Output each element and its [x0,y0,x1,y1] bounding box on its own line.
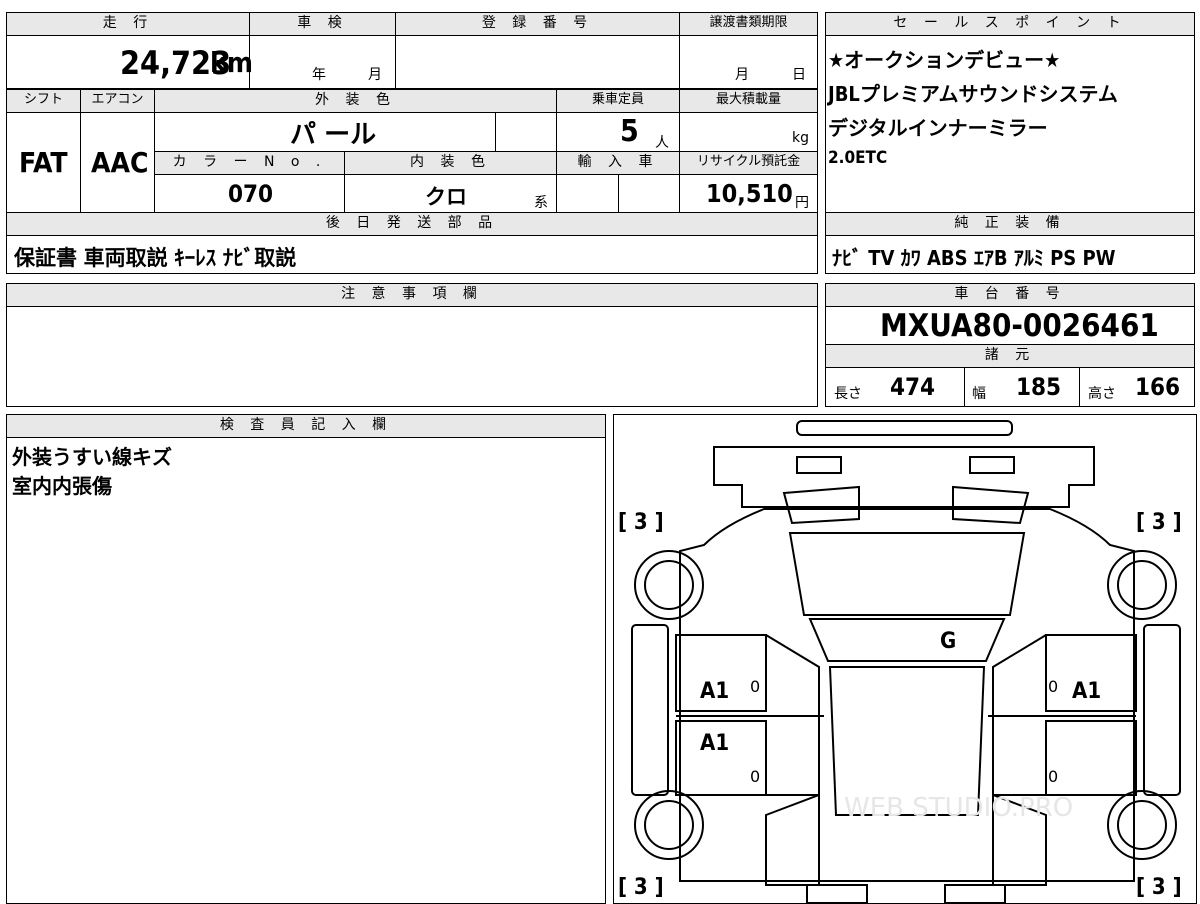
aircon-label: エアコン [80,89,155,113]
front-grille-left [796,456,842,474]
wheel-front-right-inner [1117,560,1167,610]
front-right-door-grade: A1 [1072,679,1102,704]
interior-color-label: 内 装 色 [344,151,557,175]
car-diagram [631,420,1181,903]
recycle-label: リサイクル預託金 [679,151,818,175]
later-parts-value: 保証書 車両取説 ｷｰﾚｽ ﾅﾋﾞ取説 [14,246,297,270]
registration-label: 登 録 番 号 [395,12,680,36]
left-fender-strip-front [631,624,669,796]
sales-points-label: セ ー ル ス ポ イ ン ト [825,12,1195,36]
tire-rear-right-grade: [ 3 ] [1136,875,1182,900]
windshield-grade: G [940,629,957,654]
aircon-value: AAC [91,146,149,179]
wheel-rear-right-inner [1117,800,1167,850]
front-grille-right [969,456,1015,474]
exterior-color-label: 外 装 色 [154,89,557,113]
right-fender-strip-front [1143,624,1181,796]
deadline-day-unit: 日 [792,67,806,83]
capacity-value: 5 [620,114,639,149]
shaken-month-unit: 月 [368,67,382,83]
spec-width-label: 幅 [972,386,986,402]
inspector-line: 室内内張傷 [12,474,112,498]
recycle-fee-value: 10,510 [706,179,793,208]
sales-point-line: デジタルインナーミラー [828,116,1048,140]
rear-left-quarter [765,793,820,886]
later-parts-label: 後 日 発 送 部 品 [6,212,818,236]
shift-value: FAT [19,146,68,179]
deadline-month-unit: 月 [735,67,749,83]
spec-height-label: 高さ [1088,386,1116,402]
equipment-label: 純 正 装 備 [825,212,1195,236]
inspector-label: 検 査 員 記 入 欄 [6,414,606,438]
rear-left-door-grade: A1 [700,731,730,756]
front-left-door-zero: 0 [750,677,761,696]
tire-front-left-grade: [ 3 ] [618,510,664,535]
shaken-year-unit: 年 [312,67,326,83]
specs-label: 諸 元 [825,344,1195,368]
front-bumper [713,446,1095,508]
exterior-color-extra-cell [495,112,557,152]
max-load-unit: kg [792,130,809,146]
spec-length-label: 長さ [834,386,862,402]
registration-cell [395,35,680,89]
shift-label: シフト [6,89,81,113]
windshield [808,618,1006,662]
import-label: 輸 入 車 [556,151,680,175]
hood-top-bar [796,420,1013,436]
tire-front-right-grade: [ 3 ] [1136,510,1182,535]
equipment-value: ﾅﾋﾞ TV ｶﾜ ABS ｴｱB ｱﾙﾐ PS PW [832,246,1116,270]
front-left-door-grade: A1 [700,679,730,704]
capacity-label: 乗車定員 [556,89,680,113]
transfer-deadline-label: 譲渡書類期限 [679,12,818,36]
hood [788,532,1026,616]
inspector-line: 外装うすい線キズ [12,445,172,469]
headlight-left [782,485,860,525]
recycle-unit: 円 [795,195,809,211]
car-diagram-panel: [ 3 ] [ 3 ] [ 3 ] [ 3 ] G A1 0 A1 0 A1 0… [613,414,1197,904]
mileage-label: 走 行 [6,12,250,36]
import-cell-b [618,174,680,213]
wheel-rear-left-inner [644,800,694,850]
color-no-value: 070 [228,180,274,208]
exterior-color-value: パ ール [290,120,377,150]
spec-height-value: 166 [1135,373,1181,401]
front-right-door-zero: 0 [1048,677,1059,696]
shaken-label: 車 検 [249,12,396,36]
capacity-unit: 人 [655,135,669,151]
chassis-label: 車 台 番 号 [825,283,1195,307]
mileage-unit: km [210,46,253,79]
tire-rear-left-grade: [ 3 ] [618,875,664,900]
spec-width-value: 185 [1016,373,1062,401]
spec-length-value: 474 [890,373,936,401]
color-no-label: カ ラ ー N o . [154,151,345,175]
rear-right-door-zero: 0 [1048,767,1059,786]
body-outline [679,508,1135,882]
wheel-front-left-inner [644,560,694,610]
interior-color-value: クロ [425,185,467,209]
rear-bumper-right [944,884,1006,903]
rear-left-door-zero: 0 [750,767,761,786]
headlight-right [952,485,1030,525]
watermark: WEB STUDIO.PRO [844,793,1074,823]
right-rear-door [1045,720,1137,796]
max-load-label: 最大積載量 [679,89,818,113]
sales-point-line: ★オークションデビュー★ [828,48,1061,72]
sales-point-line: JBLプレミアムサウンドシステム [828,82,1118,106]
import-cell-a [556,174,619,213]
notes-label: 注 意 事 項 欄 [6,283,818,307]
sales-point-line: 2.0ETC [828,148,888,168]
interior-color-suffix: 系 [534,195,548,211]
chassis-number: MXUA80-0026461 [880,308,1159,344]
rear-bumper-left [806,884,868,903]
